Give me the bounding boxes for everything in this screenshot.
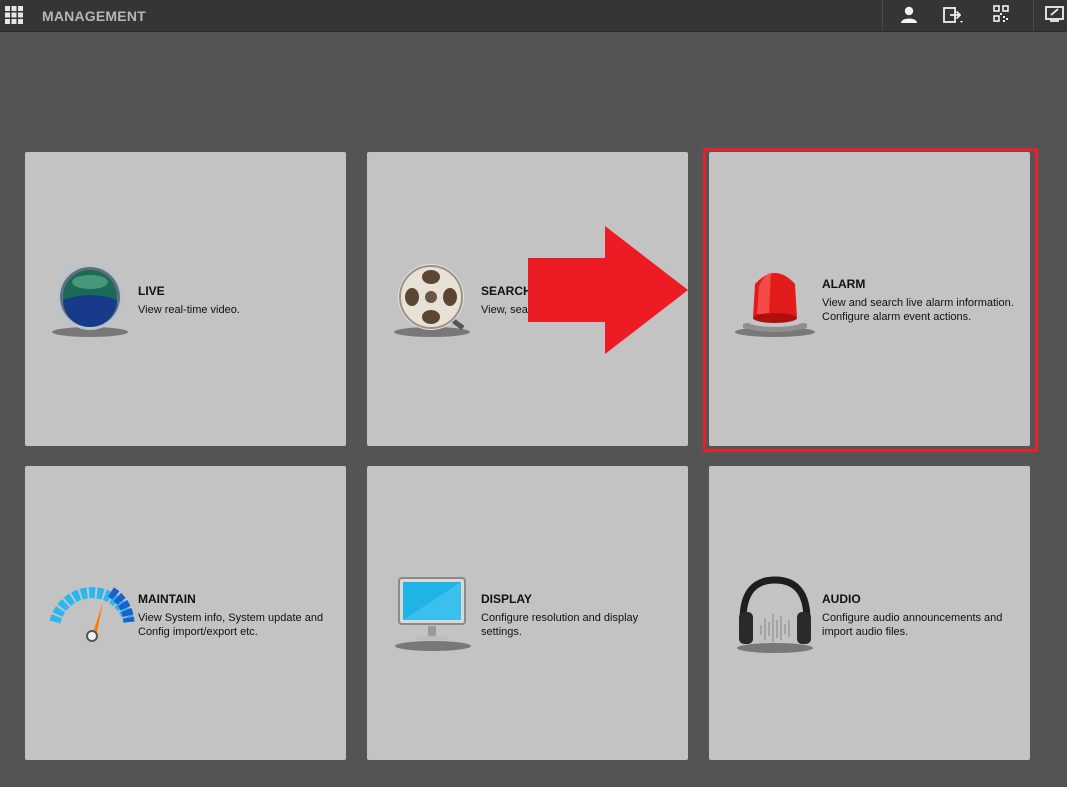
tile-display-description: Configure resolution and display setting…	[481, 612, 639, 638]
user-icon[interactable]	[897, 4, 921, 26]
tile-search-description: View, search and playback videos	[481, 304, 646, 316]
tile-live-description: View real-time video.	[138, 304, 240, 316]
tile-audio[interactable]: AUDIO Configure audio announcements and …	[709, 466, 1030, 760]
tile-live-label: LIVE	[138, 284, 165, 298]
logout-icon[interactable]	[941, 4, 965, 26]
tile-search[interactable]: SEARCH View, search and playback videos	[367, 152, 688, 446]
tile-maintain[interactable]: MAINTAIN View System info, System update…	[25, 466, 346, 760]
tile-alarm-description: View and search live alarm information. …	[822, 297, 1014, 323]
display-monitor-icon	[395, 577, 471, 651]
headphones-icon	[737, 576, 813, 653]
top-bar: MANAGEMENT	[0, 0, 1067, 32]
speedometer-icon	[49, 587, 135, 642]
alarm-siren-icon	[735, 272, 815, 337]
film-reel-icon	[394, 264, 470, 337]
tile-live[interactable]: LIVE View real-time video.	[25, 152, 346, 446]
tile-maintain-description: View System info, System update and Conf…	[138, 612, 324, 638]
tile-audio-description: Configure audio announcements and import…	[822, 612, 1003, 638]
page-title: MANAGEMENT	[42, 8, 146, 24]
toolbar-divider	[1033, 0, 1034, 31]
apps-grid-icon[interactable]	[4, 5, 24, 25]
tile-alarm[interactable]: ALARM View and search live alarm informa…	[709, 152, 1030, 446]
tile-maintain-label: MAINTAIN	[138, 592, 196, 606]
tile-search-label: SEARCH	[481, 284, 532, 298]
tile-display-label: DISPLAY	[481, 592, 532, 606]
live-globe-icon	[52, 264, 128, 337]
monitor-icon[interactable]	[1043, 4, 1067, 26]
qr-code-icon[interactable]	[989, 4, 1013, 26]
tile-audio-label: AUDIO	[822, 592, 861, 606]
toolbar-divider	[882, 0, 883, 31]
tile-display[interactable]: DISPLAY Configure resolution and display…	[367, 466, 688, 760]
tile-alarm-label: ALARM	[822, 277, 866, 291]
